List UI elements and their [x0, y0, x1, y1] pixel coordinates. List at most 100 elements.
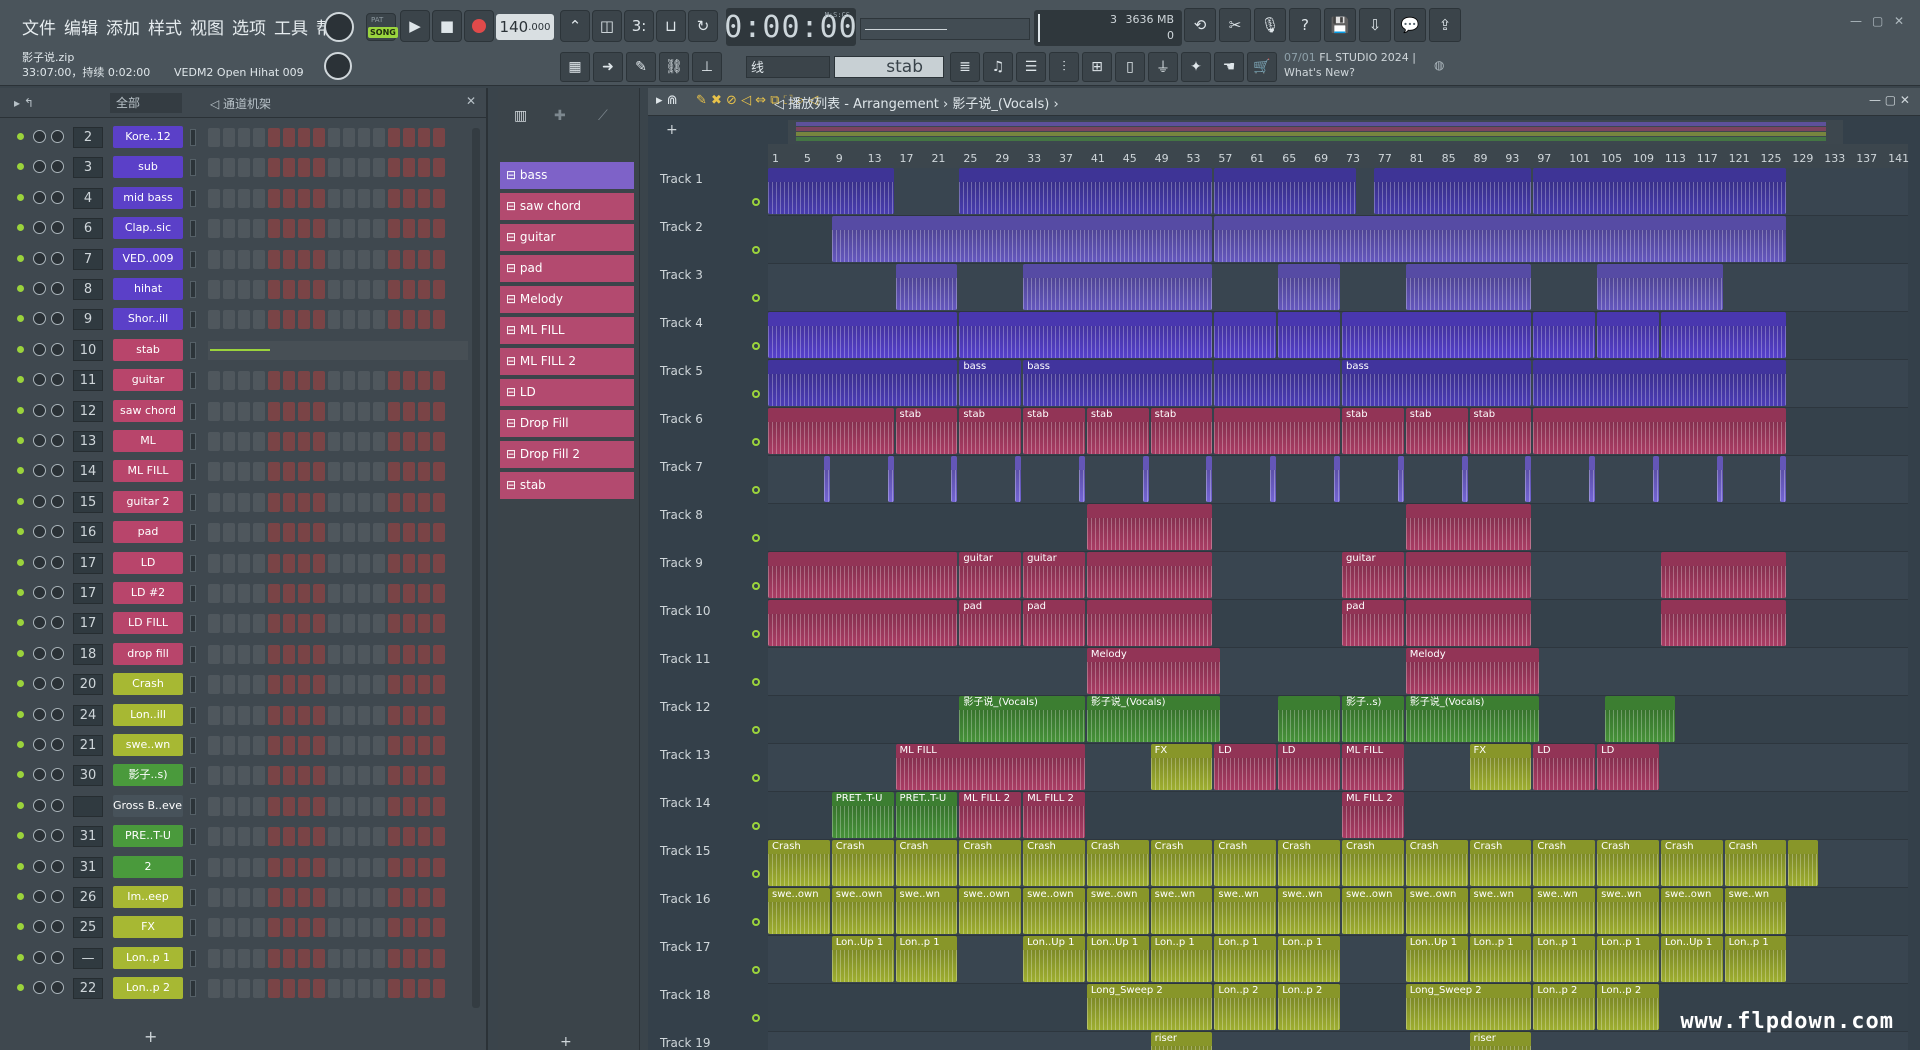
step-button[interactable] [223, 310, 235, 330]
step-button[interactable] [223, 553, 235, 573]
track-lane[interactable]: Lon..Up 1 Lon..p 1 Lon..Up 1 Lon..Up 1 Lon..… [768, 936, 1908, 984]
step-button[interactable] [433, 796, 445, 816]
step-button[interactable] [358, 219, 370, 239]
volume-knob[interactable] [33, 251, 46, 265]
step-button[interactable] [223, 128, 235, 147]
step-button[interactable] [268, 371, 280, 391]
playlist-clip[interactable] [1278, 312, 1340, 358]
track-lane[interactable] [768, 312, 1908, 360]
step-button[interactable] [208, 857, 220, 877]
step-button[interactable] [268, 796, 280, 816]
playlist-clip[interactable] [951, 456, 958, 502]
volume-knob[interactable] [33, 586, 46, 599]
step-button[interactable] [388, 128, 400, 147]
step-button[interactable] [268, 158, 280, 178]
step-button[interactable] [433, 705, 445, 725]
mixer-button[interactable]: ⫶ [1049, 52, 1079, 82]
step-button[interactable] [418, 736, 430, 755]
mixer-track-number[interactable]: 18 [73, 643, 103, 665]
step-button[interactable] [358, 857, 370, 877]
channel-led-icon[interactable] [17, 680, 24, 688]
pattern-selector[interactable]: stab [834, 56, 944, 78]
volume-knob[interactable] [33, 981, 46, 995]
step-button[interactable] [403, 523, 415, 543]
playlist-clip[interactable] [1214, 408, 1340, 454]
step-button[interactable] [283, 401, 295, 421]
pan-knob[interactable] [51, 130, 64, 143]
track-header[interactable]: Track 5 [658, 360, 768, 408]
step-button[interactable] [298, 705, 310, 725]
playlist-clip[interactable]: Crash [959, 840, 1022, 886]
step-button[interactable] [373, 249, 385, 269]
close-icon[interactable]: ✕ [466, 94, 476, 108]
step-button[interactable] [298, 918, 310, 938]
track-mute-icon[interactable] [752, 390, 760, 398]
step-button[interactable] [388, 948, 400, 968]
step-button[interactable] [223, 766, 235, 786]
piano-roll-button[interactable]: ▦ [560, 52, 590, 82]
step-button[interactable] [388, 584, 400, 603]
step-button[interactable] [223, 644, 235, 664]
step-button[interactable] [373, 888, 385, 907]
mixer-track-number[interactable]: 9 [73, 309, 103, 331]
track-mute-icon[interactable] [752, 1014, 760, 1022]
mixer-track-number[interactable] [73, 795, 103, 817]
step-button[interactable] [358, 128, 370, 147]
step-button[interactable] [343, 310, 355, 330]
step-button[interactable] [373, 675, 385, 695]
mixer-track-number[interactable]: 20 [73, 674, 103, 696]
channel-name-button[interactable]: Kore..12 [113, 126, 183, 148]
channel-led-icon[interactable] [17, 528, 24, 536]
mixer-track-number[interactable]: — [73, 947, 103, 969]
play-button[interactable]: ▶ [400, 10, 430, 42]
step-button[interactable] [208, 736, 220, 755]
track-mute-icon[interactable] [752, 582, 760, 590]
playlist-clip[interactable]: 影子..s) [1341, 696, 1404, 742]
step-button[interactable] [418, 796, 430, 816]
channel-select[interactable] [190, 554, 196, 572]
step-button[interactable] [343, 796, 355, 816]
playlist-clip[interactable]: swe..wn [1150, 888, 1213, 934]
step-button[interactable] [298, 432, 310, 451]
track-header[interactable]: Track 10 [658, 600, 768, 648]
step-button[interactable] [283, 128, 295, 147]
stamp-button[interactable]: ⊥ [692, 52, 722, 82]
channel-name-button[interactable]: drop fill [113, 642, 183, 665]
playlist-clip[interactable]: swe..wn [1469, 888, 1532, 934]
playlist-clip[interactable]: Crash [1469, 840, 1532, 886]
step-button[interactable] [253, 644, 265, 664]
step-button[interactable] [253, 553, 265, 573]
playlist-clip[interactable] [1341, 312, 1532, 358]
step-button[interactable] [433, 827, 445, 847]
step-button[interactable] [403, 401, 415, 421]
step-button[interactable] [358, 675, 370, 695]
volume-knob[interactable] [33, 829, 46, 843]
track-header[interactable]: Track 9 [658, 552, 768, 600]
playlist-clip[interactable] [1461, 456, 1468, 502]
step-button[interactable] [358, 310, 370, 330]
step-button[interactable] [253, 219, 265, 239]
channel-led-icon[interactable] [17, 437, 24, 444]
step-button[interactable] [313, 584, 325, 603]
volume-knob[interactable] [33, 464, 46, 478]
menu-item-1[interactable]: 编辑 [64, 14, 98, 39]
channel-name-button[interactable]: LD #2 [113, 582, 183, 604]
step-button[interactable] [298, 644, 310, 664]
playlist-clip[interactable]: Lon..p 1 [1533, 936, 1596, 982]
step-button[interactable] [418, 827, 430, 847]
step-button[interactable] [238, 249, 250, 269]
step-button[interactable] [403, 492, 415, 512]
playlist-clip[interactable] [1716, 456, 1723, 502]
step-button[interactable] [253, 432, 265, 451]
playlist-clip[interactable]: swe..wn [895, 888, 958, 934]
channel-row[interactable]: 9 Shor..ill [0, 304, 480, 334]
channel-name-button[interactable]: 2 [113, 855, 183, 878]
playlist-clip[interactable]: Crash [1724, 840, 1787, 886]
step-button[interactable] [298, 249, 310, 269]
volume-knob[interactable] [33, 798, 46, 812]
channel-name-button[interactable]: swe..wn [113, 734, 183, 756]
step-button[interactable] [238, 796, 250, 816]
step-button[interactable] [223, 219, 235, 239]
step-button[interactable] [433, 523, 445, 543]
volume-knob[interactable] [33, 738, 46, 751]
